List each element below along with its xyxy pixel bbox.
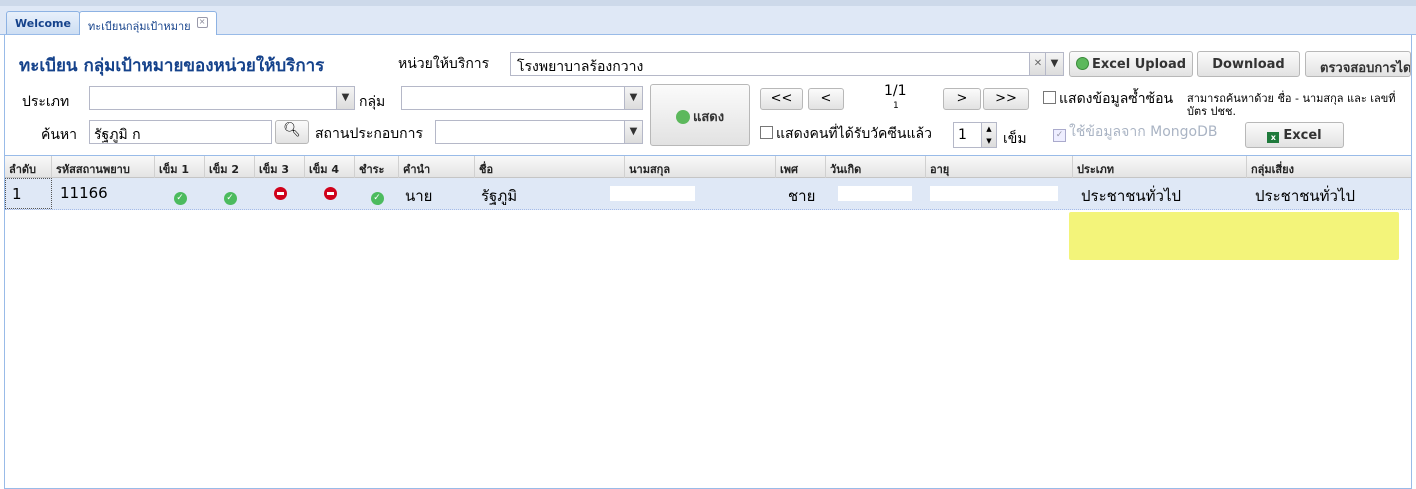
col-index[interactable]: ลำดับ (5, 156, 52, 178)
col-last-name[interactable]: นามสกุล (625, 156, 776, 178)
cell-prefix: นาย (405, 187, 433, 205)
unit-label: หน่วยให้บริการ (398, 56, 490, 72)
chevron-down-icon[interactable]: ▼ (624, 87, 642, 109)
page-indicator: 1/1 (884, 83, 907, 99)
group-label: กลุ่ม (359, 94, 386, 110)
main-panel: ทะเบียน กลุ่มเป้าหมายของหน่วยให้บริการ ห… (4, 35, 1412, 489)
redaction-mask (930, 186, 1058, 201)
col-paid[interactable]: ชำระ (355, 156, 399, 178)
type-combo[interactable]: ▼ (89, 86, 355, 110)
col-risk-group[interactable]: กลุ่มเสี่ยง (1247, 156, 1411, 178)
tab-target-group-registry[interactable]: ทะเบียนกลุ่มเป้าหมาย × (79, 11, 217, 35)
no-entry-icon (323, 187, 337, 200)
dup-check[interactable]: แสดงข้อมูลซ้ำซ้อน (1043, 88, 1173, 110)
unit-combo-value: โรงพยาบาลร้องกวาง (517, 59, 644, 75)
excel-upload-icon (1075, 57, 1089, 70)
page-title: ทะเบียน กลุ่มเป้าหมายของหน่วยให้บริการ (19, 56, 325, 76)
tab-strip: Welcome ทะเบียนกลุ่มเป้าหมาย × (0, 0, 1416, 35)
search-button[interactable]: 🔍︎ (275, 120, 309, 144)
data-grid: ลำดับ รหัสสถานพยาบ เข็ม 1 เข็ม 2 เข็ม 3 … (5, 155, 1411, 489)
refresh-icon (675, 110, 690, 124)
grid-header: ลำดับ รหัสสถานพยาบ เข็ม 1 เข็ม 2 เข็ม 3 … (5, 155, 1411, 178)
checkbox-icon[interactable] (760, 126, 773, 139)
verify-button[interactable]: ตรวจสอบการได (1305, 51, 1411, 77)
cell-risk-group: ประชาชนทั่วไป (1255, 187, 1356, 205)
col-dose4[interactable]: เข็ม 4 (305, 156, 355, 178)
col-prefix[interactable]: คำนำ (399, 156, 475, 178)
cell-first-name: รัฐภูมิ (481, 187, 518, 205)
dose-stepper[interactable]: 1 ▲ ▼ (953, 122, 997, 148)
check-circle-icon: ✓ (173, 192, 187, 205)
first-page-button[interactable]: << (760, 88, 803, 110)
cell-index: 1 (5, 178, 52, 209)
search-input[interactable]: รัฐภูมิ ก (89, 120, 272, 144)
col-dose3[interactable]: เข็ม 3 (255, 156, 305, 178)
checkbox-checked-icon: ✓ (1053, 129, 1066, 142)
show-button[interactable]: แสดง (650, 84, 750, 146)
prev-page-button[interactable]: < (808, 88, 844, 110)
cell-sex: ชาย (788, 187, 816, 205)
excel-icon: x (1267, 132, 1280, 143)
cell-dose2: ✓ (205, 178, 255, 209)
search-hint: สามารถค้นหาด้วย ชื่อ - นามสกุล และ เลขที… (1187, 92, 1396, 118)
chevron-down-icon[interactable]: ▼ (336, 87, 354, 109)
chevron-down-icon[interactable]: ▼ (1045, 53, 1063, 75)
download-button[interactable]: Download (1197, 51, 1300, 77)
check-circle-icon: ✓ (370, 192, 384, 205)
cell-hospital-code: 11166 (60, 184, 108, 202)
col-age[interactable]: อายุ (926, 156, 1073, 178)
filter-form: ทะเบียน กลุ่มเป้าหมายของหน่วยให้บริการ ห… (5, 35, 1411, 155)
excel-upload-button[interactable]: Excel Upload (1069, 51, 1193, 77)
redaction-mask (838, 186, 912, 201)
cell-type: ประชาชนทั่วไป (1081, 187, 1182, 205)
check-circle-icon: ✓ (223, 192, 237, 205)
search-icon: 🔍︎ (283, 122, 301, 138)
workplace-combo[interactable]: ▼ (435, 120, 643, 144)
cell-paid: ✓ (355, 178, 399, 209)
tab-strip-top (0, 0, 1416, 6)
cell-dose4 (305, 178, 355, 209)
tab-welcome[interactable]: Welcome (6, 11, 80, 34)
highlight-annotation (1069, 212, 1399, 260)
group-combo[interactable]: ▼ (401, 86, 643, 110)
col-hospital-code[interactable]: รหัสสถานพยาบ (52, 156, 155, 178)
col-dose1[interactable]: เข็ม 1 (155, 156, 205, 178)
col-sex[interactable]: เพศ (776, 156, 826, 178)
spinner-icon[interactable]: ▲ ▼ (981, 123, 996, 147)
col-first-name[interactable]: ชื่อ (475, 156, 625, 178)
no-entry-icon (273, 187, 287, 200)
last-page-button[interactable]: >> (983, 88, 1029, 110)
col-type[interactable]: ประเภท (1073, 156, 1247, 178)
col-dose2[interactable]: เข็ม 2 (205, 156, 255, 178)
search-label: ค้นหา (41, 127, 78, 143)
excel-button[interactable]: x Excel (1245, 122, 1344, 148)
mongo-check: ✓ ใช้ข้อมูลจาก MongoDB (1053, 121, 1217, 143)
cell-dose3 (255, 178, 305, 209)
checkbox-icon[interactable] (1043, 91, 1056, 104)
clear-icon[interactable]: ✕ (1029, 53, 1046, 75)
cell-dose1: ✓ (155, 178, 205, 209)
dose-unit: เข็ม (1003, 131, 1027, 147)
table-row[interactable]: 1 11166 ✓ ✓ ✓ นาย รัฐภูมิ ชาย ประชาชนทั่… (5, 178, 1411, 210)
page-subindicator: 1 (893, 101, 899, 111)
unit-combo[interactable]: โรงพยาบาลร้องกวาง ✕ ▼ (510, 52, 1064, 76)
col-birth-date[interactable]: วันเกิด (826, 156, 926, 178)
vaccinated-check[interactable]: แสดงคนที่ได้รับวัคซีนแล้ว (760, 123, 932, 145)
close-icon[interactable]: × (196, 17, 208, 28)
type-label: ประเภท (22, 94, 70, 110)
next-page-button[interactable]: > (943, 88, 981, 110)
chevron-down-icon[interactable]: ▼ (624, 121, 642, 143)
redaction-mask (610, 186, 695, 201)
workplace-label: สถานประกอบการ (315, 126, 424, 142)
